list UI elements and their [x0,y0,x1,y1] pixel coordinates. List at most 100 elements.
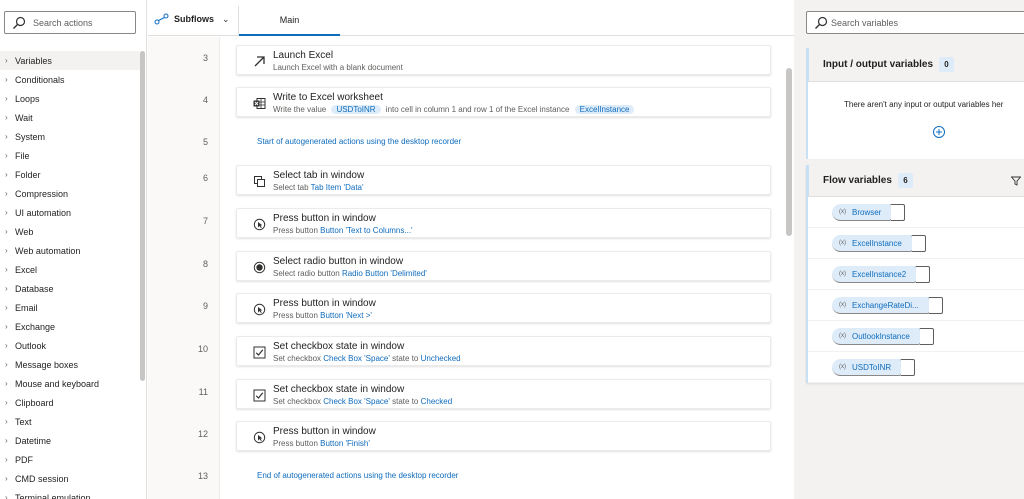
action-group-label: PDF [15,454,33,465]
action-group-label: Web [15,226,34,237]
action-group-cmd-session[interactable]: › CMD session [0,469,140,488]
action-step-set-checkbox-state-in-window[interactable]: Set checkbox state in window Set checkbox… [236,379,771,409]
line-number: 10 [197,344,208,354]
chevron-right-icon: › [5,208,8,217]
action-group-system[interactable]: › System [0,127,140,146]
action-step-press-button-in-window[interactable]: Press button in window Press button Butto… [236,293,771,323]
ui-element-link[interactable]: Unchecked [421,354,461,363]
ui-element-link[interactable]: Button 'Finish' [320,439,370,448]
action-group-label: Folder [15,169,41,180]
action-description: Select tab Tab Item 'Data' [273,183,364,192]
variable-chip[interactable]: (x) ExcelInstance2 [832,266,931,283]
variable-token[interactable]: ExcelInstance [574,105,635,114]
action-step-press-button-in-window[interactable]: Press button in window Press button Butto… [236,208,771,238]
variable-chip[interactable]: (x) USDToINR [832,359,916,376]
search-actions-input[interactable] [33,17,133,28]
flow-variable-row: (x) ExcelInstance [808,229,1024,259]
action-group-compression[interactable]: › Compression [0,184,140,203]
action-group-loops[interactable]: › Loops [0,89,140,108]
action-group-web-automation[interactable]: › Web automation [0,241,140,260]
ui-element-link[interactable]: Tab Item 'Data' [311,183,364,192]
action-group-exchange[interactable]: › Exchange [0,317,140,336]
action-group-label: Loops [15,93,40,104]
ui-element-link[interactable]: Checked [421,397,453,406]
chevron-right-icon: › [5,436,8,445]
variable-chip-tail [919,328,934,345]
ui-element-link[interactable]: Button 'Text to Columns...' [320,226,412,235]
search-actions-box[interactable] [4,11,136,34]
action-group-terminal-emulation[interactable]: › Terminal emulation [0,488,140,499]
action-step-set-checkbox-state-in-window[interactable]: Set checkbox state in window Set checkbox… [236,336,771,366]
comment-step[interactable]: End of autogenerated actions using the d… [257,471,458,480]
action-step-launch-excel[interactable]: Launch Excel Launch Excel with a blank do… [236,45,771,75]
description-text: Press button [273,311,321,320]
ui-element-link[interactable]: Check Box 'Space' [323,397,390,406]
action-group-label: Exchange [15,321,56,332]
action-group-email[interactable]: › Email [0,298,140,317]
arrow-up-right-icon [253,55,266,68]
search-variables-box[interactable] [806,11,1024,34]
action-group-clipboard[interactable]: › Clipboard [0,393,140,412]
add-io-variable-icon[interactable] [932,125,946,139]
variable-chip[interactable]: (x) ExcelInstance [832,235,926,252]
filter-icon[interactable] [1010,176,1022,186]
action-group-conditionals[interactable]: › Conditionals [0,70,140,89]
variable-token[interactable]: USDToINR [331,105,381,114]
action-group-excel[interactable]: › Excel [0,260,140,279]
action-group-outlook[interactable]: › Outlook [0,336,140,355]
action-group-label: UI automation [15,207,72,218]
action-group-label: Excel [15,264,38,275]
variable-name: ExchangeRateDi... [852,300,919,310]
variable-chip[interactable]: (x) OutlookInstance [832,328,934,345]
action-group-ui-automation[interactable]: › UI automation [0,203,140,222]
ui-element-link[interactable]: Radio Button 'Delimited' [342,269,427,278]
variable-name: OutlookInstance [852,331,910,341]
variable-chip[interactable]: (x) ExchangeRateDi... [832,297,943,314]
action-group-message-boxes[interactable]: › Message boxes [0,355,140,374]
designer-scrollbar[interactable] [786,68,792,236]
io-variables-header[interactable]: Input / output variables 0 [808,48,1024,82]
action-group-file[interactable]: › File [0,146,140,165]
action-description: Press button Button 'Finish' [273,439,370,448]
io-variables-section: Input / output variables 0 There aren't … [806,48,1024,159]
action-step-write-to-excel-worksheet[interactable]: Write to Excel worksheet Write the value … [236,87,771,117]
search-variables-input[interactable] [831,17,1011,28]
action-group-text[interactable]: › Text [0,412,140,431]
action-group-variables[interactable]: › Variables [0,51,140,70]
action-group-pdf[interactable]: › PDF [0,450,140,469]
action-group-label: Wait [15,112,33,123]
action-group-datetime[interactable]: › Datetime [0,431,140,450]
action-title: Select radio button in window [273,256,404,267]
io-count-badge: 0 [939,57,955,72]
action-group-label: Outlook [15,340,47,351]
action-group-folder[interactable]: › Folder [0,165,140,184]
action-group-web[interactable]: › Web [0,222,140,241]
action-group-wait[interactable]: › Wait [0,108,140,127]
action-description: Set checkbox Check Box 'Space' state to … [273,354,461,363]
action-title: Select tab in window [273,170,365,181]
action-step-select-tab-in-window[interactable]: Select tab in window Select tab Tab Item … [236,165,771,195]
tab-main[interactable]: Main [239,6,340,36]
flow-variable-row: (x) Browser [808,198,1024,228]
action-group-mouse-and-keyboard[interactable]: › Mouse and keyboard [0,374,140,393]
subflow-tabbar: Subflows ⌄ Main [148,6,794,36]
checkbox-icon [253,346,266,359]
tab-icon [253,175,266,188]
action-group-label: Compression [15,188,69,199]
variable-name: USDToINR [852,362,892,372]
action-group-database[interactable]: › Database [0,279,140,298]
actions-scrollbar[interactable] [140,51,145,381]
action-step-press-button-in-window[interactable]: Press button in window Press button Butto… [236,421,771,451]
ui-element-link[interactable]: Check Box 'Space' [323,354,390,363]
action-title: Launch Excel [273,50,334,61]
flow-variable-row: (x) ExcelInstance2 [808,260,1024,290]
subflows-dropdown[interactable]: Subflows ⌄ [154,13,230,25]
chevron-right-icon: › [5,379,8,388]
variable-chip[interactable]: (x) Browser [832,204,906,221]
subflows-label: Subflows [174,14,214,24]
ui-element-link[interactable]: Button 'Next >' [320,311,372,320]
action-step-select-radio-button-in-window[interactable]: Select radio button in window Select radi… [236,251,771,281]
comment-step[interactable]: Start of autogenerated actions using the… [257,137,461,146]
chevron-right-icon: › [5,94,8,103]
flow-variables-header[interactable]: Flow variables 6 [808,165,1024,197]
